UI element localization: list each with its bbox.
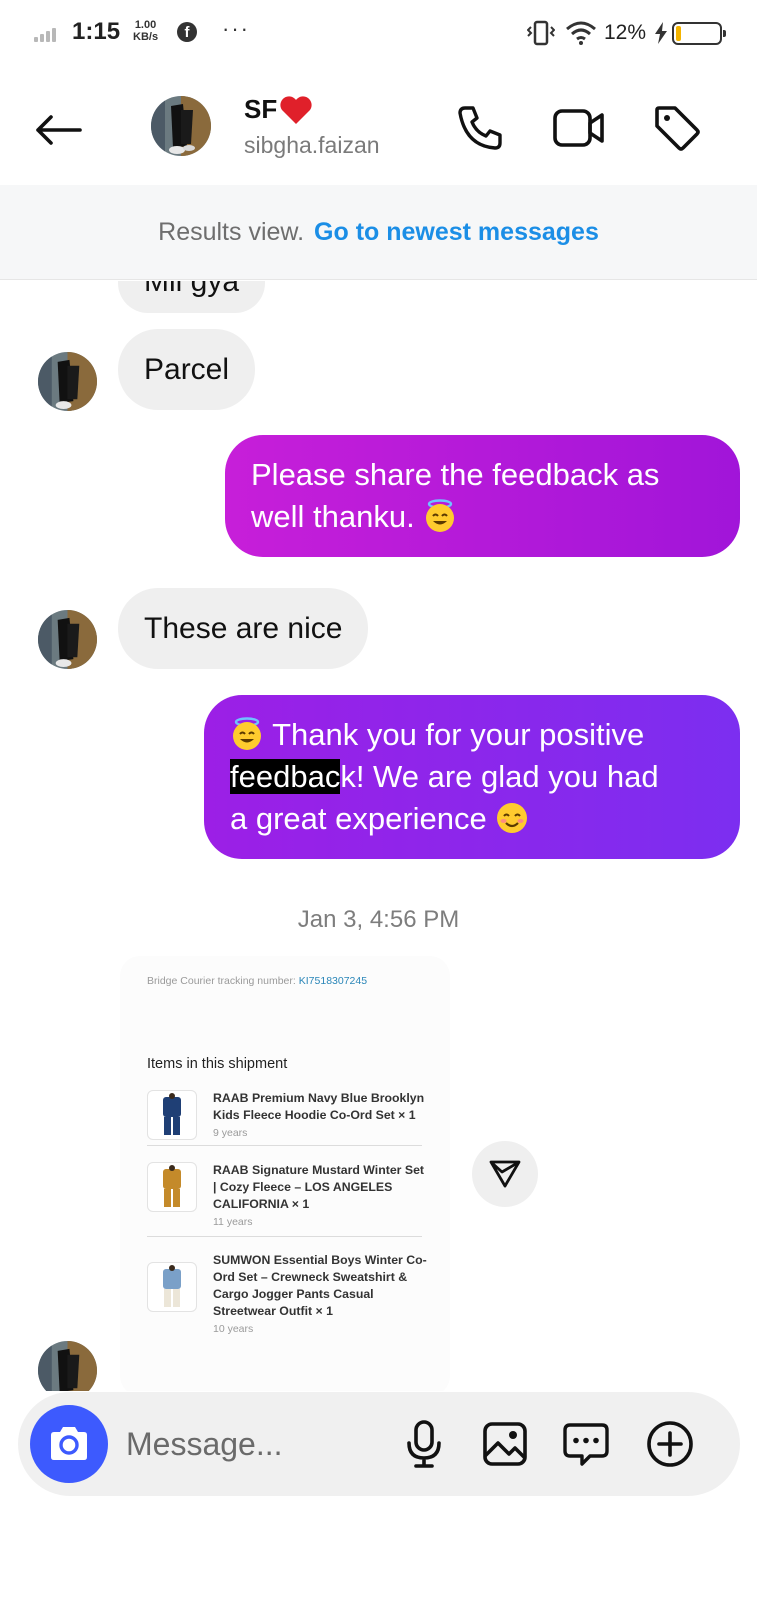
battery-icon <box>672 22 726 45</box>
sticker-button[interactable] <box>560 1418 612 1470</box>
message-composer <box>18 1392 740 1496</box>
tag-icon <box>655 106 700 151</box>
more-options-button[interactable] <box>644 1418 696 1470</box>
product-thumbnail <box>147 1262 197 1312</box>
divider <box>147 1145 422 1146</box>
message-bubble-outgoing[interactable]: Please share the feedback as well thanku… <box>225 435 740 557</box>
divider <box>147 1236 422 1237</box>
message-list[interactable]: Mil gya Parcel Please share the feedback… <box>0 281 757 1391</box>
product-thumbnail <box>147 1162 197 1212</box>
voice-call-button[interactable] <box>452 100 508 156</box>
avatar[interactable] <box>38 610 97 669</box>
red-heart-icon <box>280 95 312 124</box>
battery-percent: 12% <box>604 21 647 44</box>
contact-name[interactable]: SF <box>244 94 313 125</box>
product-thumbnail <box>147 1090 197 1140</box>
send-icon <box>489 1160 521 1188</box>
smiling-halo-emoji <box>233 717 261 750</box>
contact-username[interactable]: sibgha.faizan <box>244 132 380 159</box>
more-notifications-icon: ··· <box>222 16 250 41</box>
status-bar: 1:15 1.00 KB/s f ··· 12% <box>0 0 757 70</box>
smiling-blush-emoji <box>497 803 528 833</box>
message-bubble-outgoing[interactable]: Thank you for your positive feedback! We… <box>204 695 740 859</box>
charging-icon <box>655 22 667 44</box>
video-camera-icon <box>553 109 604 147</box>
signal-icon <box>34 28 56 42</box>
highlighted-search-match: feedbac <box>230 759 341 794</box>
message-bubble-incoming[interactable]: These are nice <box>118 588 369 669</box>
tracking-number: Bridge Courier tracking number: KI751830… <box>147 975 368 987</box>
message-timestamp: Jan 3, 4:56 PM <box>297 906 460 933</box>
share-button[interactable] <box>472 1141 538 1207</box>
message-bubble-incoming[interactable]: Parcel <box>118 329 256 410</box>
results-banner: Results view. Go to newest messages <box>0 185 757 280</box>
chat-header: SF sibgha.faizan <box>0 82 757 182</box>
avatar[interactable] <box>38 352 97 411</box>
gallery-button[interactable] <box>479 1418 531 1470</box>
status-time: 1:15 <box>72 18 121 45</box>
image-icon <box>483 1422 527 1466</box>
network-speed: 1.00 KB/s <box>133 19 159 43</box>
message-input[interactable] <box>126 1420 386 1468</box>
arrow-left-icon <box>36 115 82 145</box>
microphone-icon <box>407 1420 441 1468</box>
camera-icon <box>51 1427 87 1460</box>
phone-icon <box>458 106 502 150</box>
avatar[interactable] <box>38 1341 97 1391</box>
tag-button[interactable] <box>649 100 705 156</box>
shipment-items-title: Items in this shipment <box>147 1056 288 1072</box>
video-call-button[interactable] <box>551 100 607 156</box>
voice-message-button[interactable] <box>398 1418 450 1470</box>
facebook-notification-icon: f <box>177 22 197 42</box>
wifi-icon <box>566 21 596 45</box>
message-bubble-incoming[interactable]: Mil gya <box>118 281 266 313</box>
vibrate-icon <box>527 20 555 46</box>
go-to-newest-link[interactable]: Go to newest messages <box>314 218 599 247</box>
chat-bubble-icon <box>563 1423 609 1466</box>
back-button[interactable] <box>30 102 86 158</box>
smiling-halo-emoji <box>426 499 455 532</box>
results-view-label: Results view. <box>158 217 305 246</box>
avatar[interactable] <box>151 96 211 156</box>
shared-shipment-image[interactable]: Bridge Courier tracking number: KI751830… <box>120 956 450 1391</box>
plus-circle-icon <box>647 1421 693 1467</box>
camera-button[interactable] <box>30 1405 108 1483</box>
